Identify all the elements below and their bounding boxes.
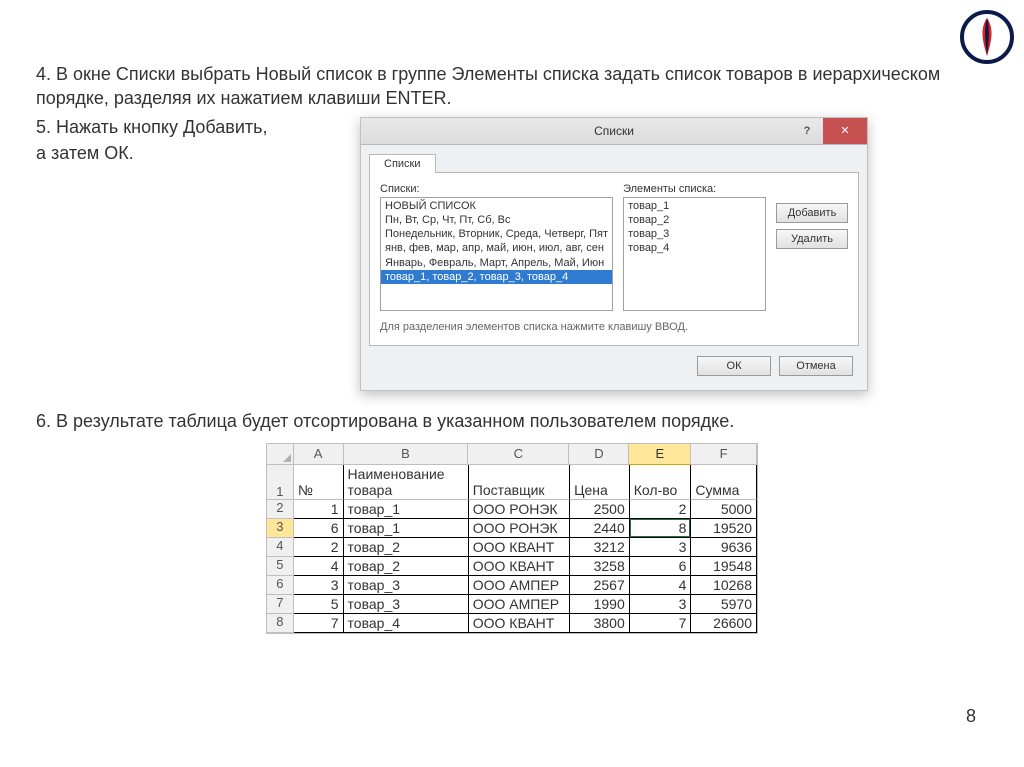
cell[interactable]: 1990 (570, 595, 630, 614)
active-cell[interactable]: 8 (630, 519, 692, 538)
cell[interactable]: ООО РОНЭК (469, 519, 570, 538)
select-all-corner[interactable] (267, 444, 294, 465)
cell[interactable]: 3800 (570, 614, 630, 633)
row-header[interactable]: 8 (267, 614, 294, 633)
cell[interactable]: 3 (294, 576, 344, 595)
cell[interactable]: ООО РОНЭК (469, 500, 570, 519)
cell[interactable]: товар_1 (344, 500, 469, 519)
excel-grid: A B C D E F 1 № Наименование товара Пост… (266, 443, 758, 634)
cell[interactable]: ООО КВАНТ (469, 538, 570, 557)
cell[interactable]: 3258 (570, 557, 630, 576)
cell[interactable]: № (294, 465, 344, 500)
elements-label: Элементы списка: (623, 183, 766, 195)
help-icon[interactable]: ? (791, 118, 823, 144)
cell[interactable]: 2 (630, 500, 692, 519)
col-header-active[interactable]: E (629, 444, 691, 465)
col-header[interactable]: B (344, 444, 469, 465)
row-header[interactable]: 5 (267, 557, 294, 576)
cell[interactable]: 7 (294, 614, 344, 633)
cell[interactable]: товар_3 (344, 576, 469, 595)
lists-dialog: Списки ? ✕ Списки Списки: НОВЫЙ СПИСОК (360, 117, 868, 391)
col-header[interactable]: A (294, 444, 344, 465)
col-header[interactable]: F (691, 444, 757, 465)
dialog-titlebar: Списки ? ✕ (361, 118, 867, 145)
cell[interactable]: 26600 (691, 614, 757, 633)
cancel-button[interactable]: Отмена (779, 356, 853, 376)
col-header[interactable]: C (468, 444, 569, 465)
cell[interactable]: 2567 (570, 576, 630, 595)
cell[interactable]: Цена (570, 465, 630, 500)
cell[interactable]: 5 (294, 595, 344, 614)
close-icon[interactable]: ✕ (823, 118, 867, 144)
element-item[interactable]: товар_3 (624, 227, 765, 241)
cell[interactable]: Поставщик (469, 465, 570, 500)
col-header[interactable]: D (569, 444, 629, 465)
lists-listbox[interactable]: НОВЫЙ СПИСОК Пн, Вт, Ср, Чт, Пт, Сб, Вс … (380, 197, 613, 311)
cell[interactable]: 2 (294, 538, 344, 557)
row-header-active[interactable]: 3 (267, 519, 294, 538)
cell[interactable]: 10268 (691, 576, 757, 595)
list-item[interactable]: Январь, Февраль, Март, Апрель, Май, Июн (381, 256, 612, 270)
page-number: 8 (966, 706, 976, 727)
cell[interactable]: 3 (630, 538, 692, 557)
cell[interactable]: ООО АМПЕР (469, 595, 570, 614)
cell[interactable]: 19520 (691, 519, 757, 538)
list-item[interactable]: янв, фев, мар, апр, май, июн, июл, авг, … (381, 241, 612, 255)
cell[interactable]: 5970 (691, 595, 757, 614)
element-item[interactable]: товар_4 (624, 241, 765, 255)
cell[interactable]: 2440 (570, 519, 630, 538)
row-header[interactable]: 1 (267, 465, 294, 500)
element-item[interactable]: товар_2 (624, 213, 765, 227)
row-header[interactable]: 4 (267, 538, 294, 557)
tab-lists[interactable]: Списки (369, 154, 436, 173)
cell[interactable]: ООО КВАНТ (469, 557, 570, 576)
row-header[interactable]: 7 (267, 595, 294, 614)
list-item[interactable]: Понедельник, Вторник, Среда, Четверг, Пя… (381, 227, 612, 241)
cell[interactable]: 5000 (691, 500, 757, 519)
step-5a-text: 5. Нажать кнопку Добавить, (36, 115, 336, 139)
cell[interactable]: 6 (630, 557, 692, 576)
company-logo (960, 10, 1014, 69)
cell[interactable]: товар_2 (344, 557, 469, 576)
ok-button[interactable]: ОК (697, 356, 771, 376)
cell[interactable]: 9636 (691, 538, 757, 557)
step-5b-text: а затем ОК. (36, 141, 336, 165)
cell[interactable]: 19548 (691, 557, 757, 576)
cell[interactable]: 4 (294, 557, 344, 576)
row-header[interactable]: 2 (267, 500, 294, 519)
element-item[interactable]: товар_1 (624, 199, 765, 213)
cell[interactable]: Наименование товара (344, 465, 469, 500)
row-header[interactable]: 6 (267, 576, 294, 595)
list-item[interactable]: НОВЫЙ СПИСОК (381, 199, 612, 213)
cell[interactable]: 1 (294, 500, 344, 519)
cell[interactable]: 6 (294, 519, 344, 538)
cell[interactable]: ООО КВАНТ (469, 614, 570, 633)
list-item[interactable]: Пн, Вт, Ср, Чт, Пт, Сб, Вс (381, 213, 612, 227)
cell[interactable]: товар_3 (344, 595, 469, 614)
cell[interactable]: товар_1 (344, 519, 469, 538)
cell[interactable]: Кол-во (630, 465, 692, 500)
cell[interactable]: Сумма (691, 465, 757, 500)
elements-listbox[interactable]: товар_1 товар_2 товар_3 товар_4 (623, 197, 766, 311)
cell[interactable]: товар_4 (344, 614, 469, 633)
cell[interactable]: 4 (630, 576, 692, 595)
cell[interactable]: ООО АМПЕР (469, 576, 570, 595)
list-item-selected[interactable]: товар_1, товар_2, товар_3, товар_4 (381, 270, 612, 284)
cell[interactable]: товар_2 (344, 538, 469, 557)
cell[interactable]: 3 (630, 595, 692, 614)
delete-button[interactable]: Удалить (776, 229, 848, 249)
dialog-hint: Для разделения элементов списка нажмите … (380, 321, 848, 333)
cell[interactable]: 7 (630, 614, 692, 633)
cell[interactable]: 2500 (570, 500, 630, 519)
step-4-text: 4. В окне Списки выбрать Новый список в … (36, 62, 988, 111)
add-button[interactable]: Добавить (776, 203, 848, 223)
step-6-text: 6. В результате таблица будет отсортиров… (36, 409, 988, 433)
lists-label: Списки: (380, 183, 613, 195)
cell[interactable]: 3212 (570, 538, 630, 557)
